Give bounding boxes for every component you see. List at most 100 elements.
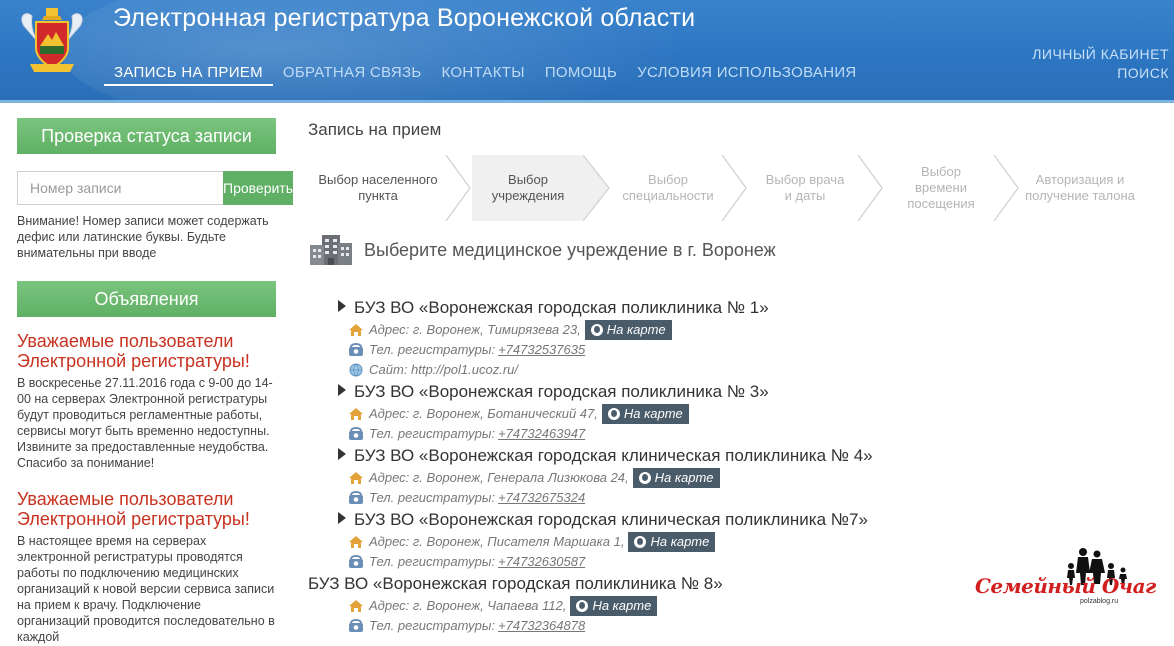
- step-label: Выбор врача и даты: [765, 172, 845, 203]
- phone-icon: [349, 491, 363, 504]
- phone-row: Тел. регистратуры: +74732675324: [338, 488, 1168, 508]
- map-button-label: На карте: [650, 534, 710, 549]
- watermark-site: polzablog.ru: [1080, 598, 1119, 605]
- phone-icon: [349, 427, 363, 440]
- announcements-heading: Объявления: [17, 281, 276, 317]
- map-button[interactable]: На карте: [632, 468, 720, 488]
- list-item: БУЗ ВО «Воронежская городская клиническа…: [338, 444, 1168, 508]
- steps-wizard: Выбор населенного пункта Выбор учреждени…: [308, 155, 1148, 221]
- clinic-link[interactable]: БУЗ ВО «Воронежская городская поликлиник…: [338, 380, 1168, 404]
- nav-contacts[interactable]: КОНТАКТЫ: [432, 60, 535, 86]
- clinic-link[interactable]: БУЗ ВО «Воронежская городская поликлиник…: [338, 296, 1168, 320]
- map-button[interactable]: На карте: [570, 596, 658, 616]
- globe-icon: [590, 324, 603, 336]
- step-settlement[interactable]: Выбор населенного пункта: [308, 155, 448, 221]
- triangle-right-icon: [338, 512, 346, 524]
- phone-link[interactable]: +74732675324: [498, 488, 585, 508]
- nav-appointment[interactable]: ЗАПИСЬ НА ПРИЕМ: [104, 60, 273, 86]
- status-check-heading: Проверка статуса записи: [17, 118, 276, 154]
- step-institution[interactable]: Выбор учреждения: [472, 155, 584, 221]
- step-visit-time[interactable]: Выбор времени посещения: [884, 155, 998, 221]
- nav-feedback[interactable]: ОБРАТНАЯ СВЯЗЬ: [273, 60, 432, 86]
- map-button[interactable]: На карте: [628, 532, 716, 552]
- site-text[interactable]: Сайт: http://pol1.ucoz.ru/: [369, 360, 518, 380]
- phone-icon: [349, 555, 363, 568]
- sidebar: Проверка статуса записи Проверить Вниман…: [17, 118, 294, 645]
- coat-of-arms-icon[interactable]: [16, 6, 88, 76]
- hospital-building-icon: [310, 235, 352, 265]
- step-separator-icon: [721, 155, 747, 221]
- globe-icon: [638, 472, 651, 484]
- header-right-links: ЛИЧНЫЙ КАБИНЕТ ПОИСК: [1032, 45, 1169, 83]
- globe-icon: [634, 536, 647, 548]
- nav-help[interactable]: ПОМОЩЬ: [535, 60, 627, 86]
- house-icon: [349, 600, 363, 612]
- address-row: Адрес: г. Воронеж, Тимирязева 23, На кар…: [338, 320, 1168, 340]
- phone-label: Тел. регистратуры:: [369, 426, 496, 441]
- check-button[interactable]: Проверить: [223, 171, 294, 205]
- clinic-name: БУЗ ВО «Воронежская городская поликлиник…: [354, 382, 769, 401]
- triangle-right-icon: [338, 448, 346, 460]
- main-content: Запись на прием Выбор населенного пункта…: [308, 120, 1168, 633]
- step-doctor-date[interactable]: Выбор врача и даты: [748, 155, 862, 221]
- globe-icon: [576, 600, 589, 612]
- map-button-label: На карте: [606, 322, 666, 337]
- phone-row: Тел. регистратуры: +74732537635: [338, 340, 1168, 360]
- address-row: Адрес: г. Воронеж, Генерала Лизюкова 24,…: [338, 468, 1168, 488]
- map-button[interactable]: На карте: [601, 404, 689, 424]
- list-item: БУЗ ВО «Воронежская городская поликлиник…: [338, 380, 1168, 444]
- page-title: Запись на прием: [308, 120, 442, 139]
- step-specialty[interactable]: Выбор специальности: [610, 155, 726, 221]
- record-number-input[interactable]: [17, 171, 223, 205]
- house-icon: [349, 536, 363, 548]
- house-icon: [349, 324, 363, 336]
- step-separator-icon: [445, 155, 471, 221]
- address-text: Адрес: г. Воронеж, Чапаева 112,: [369, 598, 567, 613]
- main-nav: ЗАПИСЬ НА ПРИЕМ ОБРАТНАЯ СВЯЗЬ КОНТАКТЫ …: [104, 60, 867, 86]
- triangle-right-icon: [338, 300, 346, 312]
- globe-icon: [607, 408, 620, 420]
- phone-link[interactable]: +74732630587: [498, 552, 585, 572]
- clinic-link[interactable]: БУЗ ВО «Воронежская городская клиническа…: [338, 508, 1168, 532]
- house-icon: [349, 408, 363, 420]
- step-label: Выбор времени посещения: [907, 164, 975, 211]
- clinic-name: БУЗ ВО «Воронежская городская клиническа…: [354, 446, 873, 465]
- clinic-link[interactable]: БУЗ ВО «Воронежская городская клиническа…: [338, 444, 1168, 468]
- phone-link[interactable]: +74732364878: [498, 616, 585, 636]
- phone-row: Тел. регистратуры: +74732364878: [308, 616, 1168, 636]
- step-separator-icon: [583, 155, 610, 221]
- list-item: БУЗ ВО «Воронежская городская поликлиник…: [338, 296, 1168, 380]
- address-text: Адрес: г. Воронеж, Генерала Лизюкова 24,: [369, 470, 629, 485]
- search-link[interactable]: ПОИСК: [1032, 64, 1169, 83]
- phone-label: Тел. регистратуры:: [369, 490, 496, 505]
- phone-icon: [349, 343, 363, 356]
- announcement-title: Уважаемые пользователи Электронной регис…: [17, 489, 250, 529]
- phone-label: Тел. регистратуры:: [369, 342, 496, 357]
- address-text: Адрес: г. Воронеж, Ботанический 47,: [369, 406, 598, 421]
- personal-cabinet-link[interactable]: ЛИЧНЫЙ КАБИНЕТ: [1032, 45, 1169, 64]
- clinic-name: БУЗ ВО «Воронежская городская поликлиник…: [308, 574, 723, 593]
- map-button-label: На карте: [654, 470, 714, 485]
- web-globe-icon: [349, 363, 363, 377]
- nav-terms[interactable]: УСЛОВИЯ ИСПОЛЬЗОВАНИЯ: [627, 60, 866, 86]
- record-number-notice: Внимание! Номер записи может содержать д…: [17, 214, 269, 260]
- step-separator-icon: [993, 155, 1019, 221]
- site-row: Сайт: http://pol1.ucoz.ru/: [338, 360, 1168, 380]
- map-button[interactable]: На карте: [584, 320, 672, 340]
- phone-link[interactable]: +74732537635: [498, 340, 585, 360]
- phone-link[interactable]: +74732463947: [498, 424, 585, 444]
- map-button-label: На карте: [623, 406, 683, 421]
- step-separator-icon: [857, 155, 883, 221]
- phone-label: Тел. регистратуры:: [369, 554, 496, 569]
- phone-label: Тел. регистратуры:: [369, 618, 496, 633]
- watermark-text: Семейный Очаг: [975, 574, 1156, 598]
- step-authorization[interactable]: Авторизация и получение талона: [1020, 155, 1140, 221]
- triangle-right-icon: [338, 384, 346, 396]
- site-title: Электронная регистратура Воронежской обл…: [113, 4, 696, 32]
- clinic-name: БУЗ ВО «Воронежская городская клиническа…: [354, 510, 868, 529]
- address-text: Адрес: г. Воронеж, Писателя Маршака 1,: [369, 534, 625, 549]
- address-text: Адрес: г. Воронеж, Тимирязева 23,: [369, 322, 581, 337]
- phone-row: Тел. регистратуры: +74732463947: [338, 424, 1168, 444]
- clinic-name: БУЗ ВО «Воронежская городская поликлиник…: [354, 298, 769, 317]
- announcement-text: В воскресенье 27.11.2016 года с 9-00 до …: [17, 376, 273, 470]
